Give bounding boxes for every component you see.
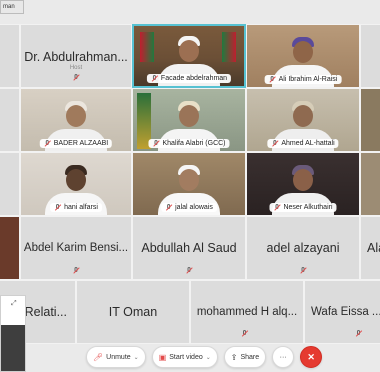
tile-partial-right-r2 xyxy=(360,88,380,152)
flag-icon xyxy=(140,32,154,62)
participant-name: IT Oman xyxy=(108,305,158,319)
expand-icon[interactable]: ⤢ xyxy=(11,300,17,308)
video-background xyxy=(361,153,380,215)
participant-name: BADER ALZAABI xyxy=(53,140,109,147)
participant-name: mohammed H alq... xyxy=(196,306,298,318)
tile-mohammed[interactable]: mohammed H alq... xyxy=(190,280,304,344)
tile-ali-ibrahim[interactable]: Ali Ibrahim Al-Raisi xyxy=(246,24,360,88)
participant-name: jalal alowais xyxy=(175,204,213,211)
participant-name: Ahmed AL-hattali xyxy=(281,140,335,147)
tile-partial-left-r2 xyxy=(0,88,20,152)
participant-name: Ali Ibrahim Al-Raisi xyxy=(278,76,338,83)
muted-mic-icon xyxy=(269,76,276,83)
tile-hani[interactable]: hani alfarsi xyxy=(20,152,132,216)
tile-abdullah[interactable]: Abdullah Al Saud xyxy=(132,216,246,280)
tile-abdel-karim[interactable]: Abdel Karim Bensi... xyxy=(20,216,132,280)
name-tag: Facade abdelrahman xyxy=(146,74,232,83)
participant-name: Dr. Abdulrahman... xyxy=(24,50,128,64)
name-tag: Neser Alkuthairi xyxy=(269,203,337,212)
participant-name: Wafa Eissa ...I xyxy=(311,306,380,318)
muted-mic-icon xyxy=(73,267,80,274)
tile-ala[interactable]: Ala xyxy=(360,216,380,280)
tile-facade-abdelrahman[interactable]: Facade abdelrahman xyxy=(132,24,246,88)
muted-mic-icon xyxy=(165,204,172,211)
self-name-label: man xyxy=(0,0,24,14)
chevron-down-icon[interactable]: ⌄ xyxy=(134,354,139,361)
name-tag: BADER ALZAABI xyxy=(39,139,113,148)
muted-mic-icon xyxy=(186,267,193,274)
participant-name: Khalifa Alabri (GCC) xyxy=(162,140,226,147)
participant-name: Ala xyxy=(367,241,380,255)
share-label: Share xyxy=(240,353,260,361)
muted-mic-icon xyxy=(73,74,80,81)
flag-icon xyxy=(222,32,236,62)
more-options-button[interactable]: ··· xyxy=(272,346,295,368)
tile-partial-left-r4 xyxy=(0,216,20,280)
video-background xyxy=(361,89,380,151)
more-icon: ··· xyxy=(279,353,287,361)
tile-ahmed[interactable]: Ahmed AL-hattali xyxy=(246,88,360,152)
name-tag: Ali Ibrahim Al-Raisi xyxy=(264,75,342,84)
tile-it-oman[interactable]: IT Oman xyxy=(76,280,190,344)
participant-name: Abdel Karim Bensi... xyxy=(23,242,129,254)
start-video-label: Start video xyxy=(169,353,203,361)
video-off-icon: ▣ xyxy=(158,352,167,362)
unmute-label: Unmute xyxy=(106,353,131,361)
self-video xyxy=(1,325,25,371)
tile-wafa[interactable]: Wafa Eissa ...I xyxy=(304,280,380,344)
tile-partial-left-r3 xyxy=(0,152,20,216)
muted-mic-icon xyxy=(271,140,278,147)
share-button[interactable]: ⇪ Share xyxy=(223,346,267,368)
muted-mic-icon xyxy=(355,330,362,337)
tile-jalal[interactable]: jalal alowais xyxy=(132,152,246,216)
participant-name: Neser Alkuthairi xyxy=(283,204,333,211)
microphone-off-icon: 🎤︎ xyxy=(93,352,104,362)
tile-bader[interactable]: BADER ALZAABI xyxy=(20,88,132,152)
name-tag: Khalifa Alabri (GCC) xyxy=(148,139,230,148)
muted-mic-icon xyxy=(300,267,307,274)
tile-neser[interactable]: Neser Alkuthairi xyxy=(246,152,360,216)
unmute-button[interactable]: 🎤︎ Unmute ⌄ xyxy=(86,346,146,368)
muted-mic-icon xyxy=(152,140,159,147)
tile-partial-right-r1 xyxy=(360,24,380,88)
muted-mic-icon xyxy=(151,75,158,82)
muted-mic-icon xyxy=(54,204,61,211)
share-icon: ⇪ xyxy=(230,352,238,362)
name-tag: Ahmed AL-hattali xyxy=(267,139,339,148)
name-tag: hani alfarsi xyxy=(50,203,102,212)
self-view-panel[interactable]: ⤢ xyxy=(0,295,26,372)
tile-khalifa[interactable]: Khalifa Alabri (GCC) xyxy=(132,88,246,152)
participant-name: Abdullah Al Saud xyxy=(141,241,237,255)
participant-name: Facade abdelrahman xyxy=(160,75,228,82)
host-label: Host xyxy=(69,65,83,71)
participant-name: adel alzayani xyxy=(266,241,340,255)
tile-adel[interactable]: adel alzayani xyxy=(246,216,360,280)
name-tag: jalal alowais xyxy=(161,203,217,212)
meeting-toolbar: 🎤︎ Unmute ⌄ ▣ Start video ⌄ ⇪ Share ··· … xyxy=(86,346,323,368)
tile-partial-right-r3 xyxy=(360,152,380,216)
end-call-button[interactable]: ✕ xyxy=(300,346,323,368)
video-background xyxy=(0,217,19,279)
muted-mic-icon xyxy=(44,140,51,147)
muted-mic-icon xyxy=(241,330,248,337)
tile-partial-left-r1 xyxy=(0,24,20,88)
tile-dr-abdulrahman[interactable]: Dr. Abdulrahman... Host xyxy=(20,24,132,88)
close-icon: ✕ xyxy=(307,351,315,362)
muted-mic-icon xyxy=(273,204,280,211)
start-video-button[interactable]: ▣ Start video ⌄ xyxy=(151,346,218,368)
chevron-down-icon[interactable]: ⌄ xyxy=(206,354,211,361)
participant-name: hani alfarsi xyxy=(64,204,98,211)
